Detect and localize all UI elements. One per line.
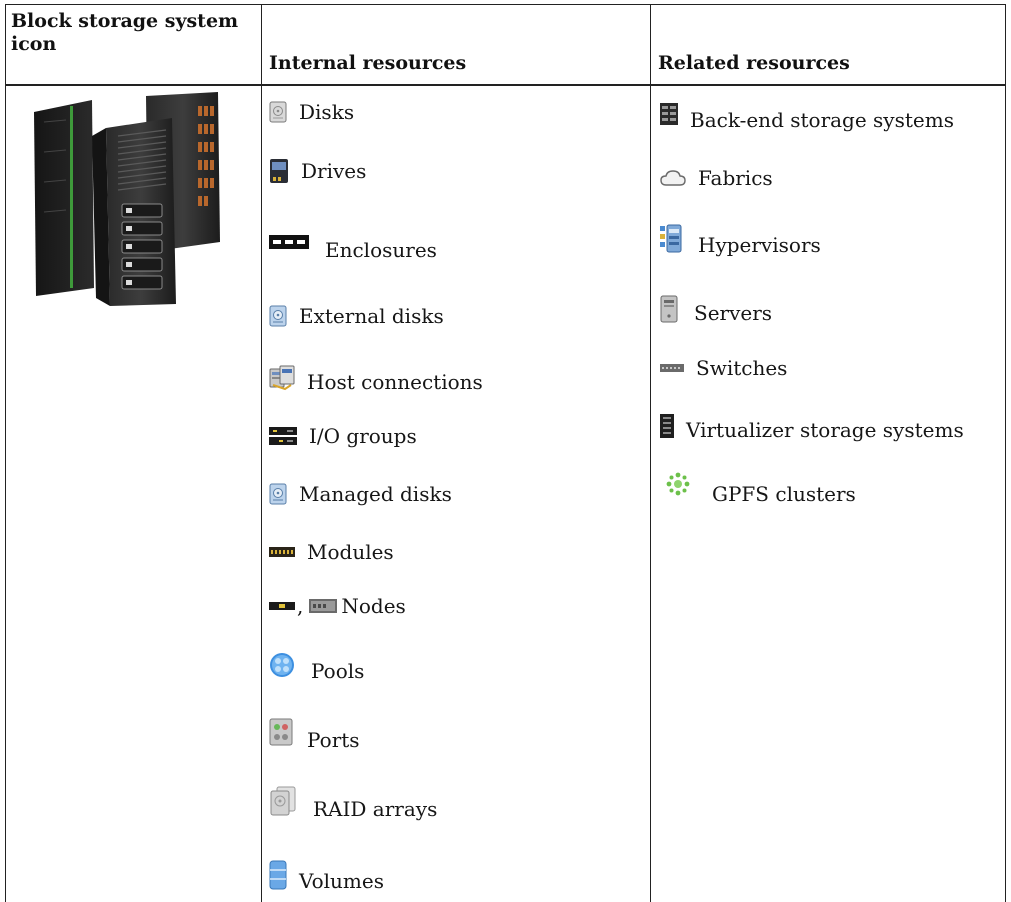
ports-label: Ports xyxy=(307,728,360,752)
column-divider-2 xyxy=(650,4,651,902)
list-item-raid-arrays: RAID arrays xyxy=(269,786,437,821)
list-item-virtualizer-storage-systems: Virtualizer storage systems xyxy=(660,414,964,442)
pool-icon xyxy=(269,652,295,678)
volumes-label: Volumes xyxy=(299,869,384,893)
list-item-nodes: , Nodes xyxy=(269,594,406,618)
port-icon xyxy=(269,718,293,746)
list-item-hypervisors: Hypervisors xyxy=(660,224,821,257)
node-icon xyxy=(269,602,295,610)
virtualizer-storage-icon xyxy=(660,414,674,438)
hypervisor-icon xyxy=(660,224,682,254)
table-border-right xyxy=(1005,4,1006,902)
server-icon xyxy=(660,295,678,323)
list-item-drives: Drives xyxy=(269,158,366,184)
list-item-managed-disks: Managed disks xyxy=(269,482,452,506)
nodes-separator: , xyxy=(297,594,304,618)
io-group-icon xyxy=(269,427,297,445)
list-item-modules: Modules xyxy=(269,540,394,564)
fabric-cloud-icon xyxy=(660,169,686,187)
list-item-enclosures: Enclosures xyxy=(269,230,437,262)
fabrics-label: Fabrics xyxy=(698,166,773,190)
gpfs-cluster-icon xyxy=(666,472,690,496)
list-item-gpfs-clusters: GPFS clusters xyxy=(666,472,856,506)
drive-icon xyxy=(269,158,289,184)
column-divider-1 xyxy=(261,4,262,902)
table-border-top xyxy=(5,4,1006,5)
block-storage-system-image xyxy=(22,92,228,307)
gpfs-clusters-label: GPFS clusters xyxy=(712,482,856,506)
drives-label: Drives xyxy=(301,159,367,183)
virtualizer-storage-systems-label: Virtualizer storage systems xyxy=(686,418,964,442)
list-item-disks: Disks xyxy=(269,100,354,124)
list-item-switches: Switches xyxy=(660,356,787,380)
list-item-volumes: Volumes xyxy=(269,860,384,893)
disks-label: Disks xyxy=(299,100,355,124)
list-item-servers: Servers xyxy=(660,295,773,325)
header-internal-resources: Internal resources xyxy=(269,52,467,74)
managed-disk-icon xyxy=(269,483,287,505)
switch-icon xyxy=(660,364,684,372)
list-item-pools: Pools xyxy=(269,652,364,683)
external-disks-label: External disks xyxy=(299,304,444,328)
module-icon xyxy=(269,547,295,557)
disk-icon xyxy=(269,101,287,123)
enclosure-icon xyxy=(269,235,309,249)
external-disk-icon xyxy=(269,305,287,327)
modules-label: Modules xyxy=(307,540,394,564)
header-block-storage-icon: Block storage system icon xyxy=(11,10,239,55)
hypervisors-label: Hypervisors xyxy=(698,233,821,257)
switches-label: Switches xyxy=(696,356,788,380)
raid-array-icon xyxy=(269,786,297,816)
backend-storage-systems-label: Back-end storage systems xyxy=(690,108,954,132)
host-connection-icon xyxy=(269,365,295,391)
nodes-label: Nodes xyxy=(341,594,406,618)
managed-disks-label: Managed disks xyxy=(299,482,452,506)
list-item-ports: Ports xyxy=(269,718,360,752)
header-divider xyxy=(5,84,1006,86)
volume-icon xyxy=(269,860,287,890)
list-item-fabrics: Fabrics xyxy=(660,166,773,190)
list-item-backend-storage-systems: Back-end storage systems xyxy=(660,102,954,132)
pools-label: Pools xyxy=(311,659,365,683)
table-border-left xyxy=(5,4,6,902)
servers-label: Servers xyxy=(694,301,773,325)
host-connections-label: Host connections xyxy=(307,370,483,394)
header-related-resources: Related resources xyxy=(658,52,850,74)
node-chassis-icon xyxy=(309,599,338,613)
enclosures-label: Enclosures xyxy=(325,238,437,262)
list-item-host-connections: Host connections xyxy=(269,365,483,394)
io-groups-label: I/O groups xyxy=(309,424,417,448)
raid-arrays-label: RAID arrays xyxy=(313,797,438,821)
resources-table: Block storage system icon Internal resou… xyxy=(5,4,1006,902)
list-item-external-disks: External disks xyxy=(269,304,444,328)
list-item-io-groups: I/O groups xyxy=(269,424,417,448)
backend-storage-icon xyxy=(660,103,678,125)
